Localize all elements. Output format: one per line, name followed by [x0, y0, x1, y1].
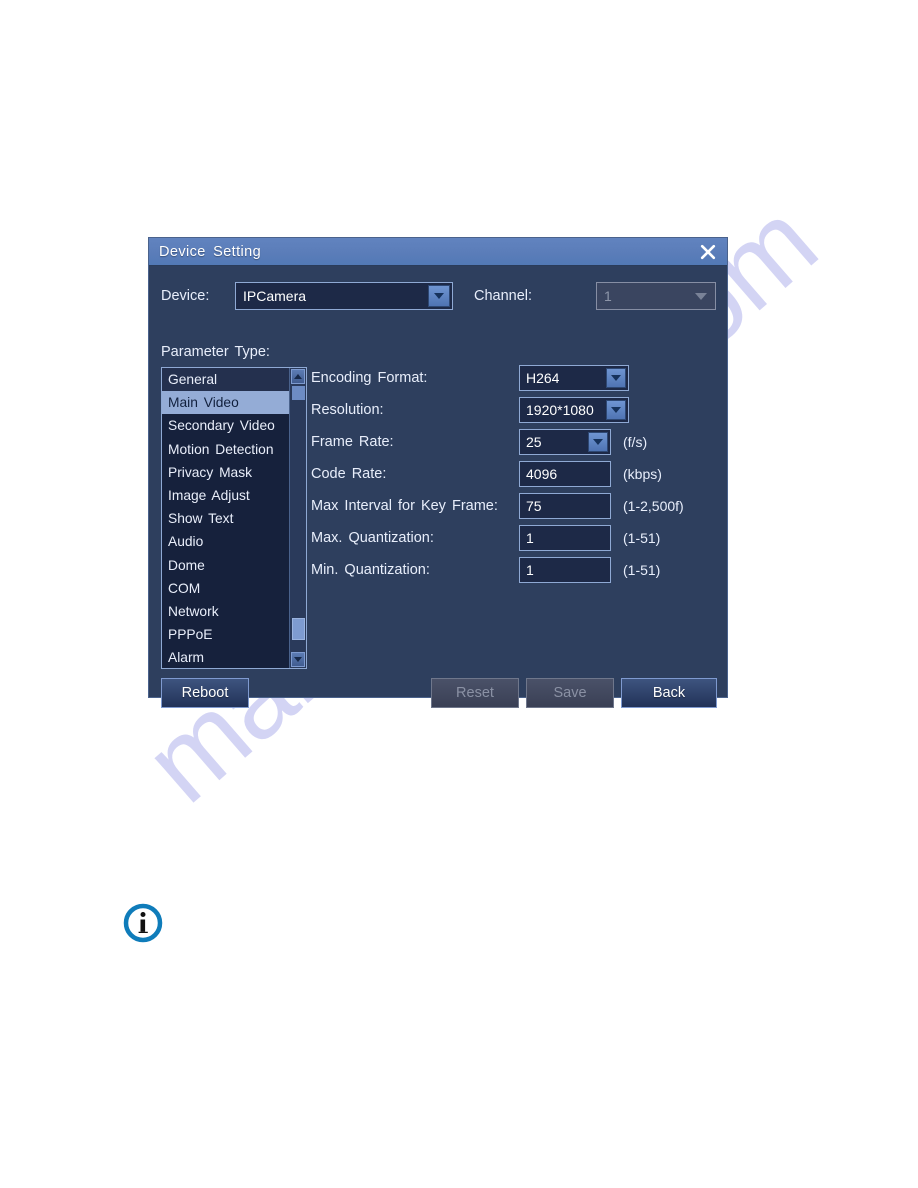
list-item[interactable]: Audio: [162, 530, 289, 553]
parameter-type-list[interactable]: General Main Video Secondary Video Motio…: [162, 368, 289, 668]
list-item[interactable]: General: [162, 368, 289, 392]
code-rate-unit: (kbps): [623, 466, 662, 482]
max-interval-input[interactable]: 75: [519, 493, 611, 519]
chevron-down-icon: [606, 400, 626, 420]
resolution-label: Resolution:: [311, 402, 384, 418]
code-rate-row: Code Rate: 4096 (kbps): [311, 458, 715, 490]
max-quantization-row: Max. Quantization: 1 (1-51): [311, 522, 715, 554]
device-select-value: IPCamera: [243, 288, 307, 304]
resolution-value: 1920*1080: [526, 402, 594, 418]
list-item[interactable]: PPPoE: [162, 623, 289, 646]
min-quantization-value: 1: [526, 562, 534, 578]
info-icon: [122, 902, 164, 944]
code-rate-value: 4096: [526, 466, 558, 482]
chevron-down-icon: [690, 285, 712, 307]
list-item[interactable]: Alarm: [162, 646, 289, 668]
list-item[interactable]: Main Video: [162, 391, 289, 415]
resolution-select[interactable]: 1920*1080: [519, 397, 629, 423]
min-quantization-row: Min. Quantization: 1 (1-51): [311, 554, 715, 586]
frame-rate-label: Frame Rate:: [311, 434, 394, 450]
list-item[interactable]: COM: [162, 577, 289, 600]
reboot-button[interactable]: Reboot: [161, 678, 249, 708]
encoding-format-label: Encoding Format:: [311, 370, 428, 386]
max-interval-label: Max Interval for Key Frame:: [311, 498, 498, 514]
device-setting-dialog: Device Setting Device: IPCamera Channel:…: [148, 237, 728, 708]
scrollbar-track-highlight: [292, 386, 305, 400]
max-quantization-input[interactable]: 1: [519, 525, 611, 551]
chevron-down-icon: [428, 285, 450, 307]
encoding-format-row: Encoding Format: H264: [311, 362, 715, 394]
close-icon[interactable]: [697, 241, 719, 263]
resolution-row: Resolution: 1920*1080: [311, 394, 715, 426]
list-item[interactable]: Privacy Mask: [162, 461, 289, 484]
device-label: Device:: [161, 288, 210, 304]
dialog-footer: Reboot Reset Save Back: [149, 678, 727, 712]
max-interval-row: Max Interval for Key Frame: 75 (1-2,500f…: [311, 490, 715, 522]
chevron-up-icon[interactable]: [291, 369, 305, 384]
main-video-form: Encoding Format: H264 Resolution: 1920*1…: [311, 362, 715, 586]
dialog-title: Device Setting: [159, 243, 262, 260]
parameter-list-scrollbar[interactable]: [289, 368, 306, 668]
list-item[interactable]: Show Text: [162, 507, 289, 530]
max-interval-value: 75: [526, 498, 542, 514]
chevron-down-icon: [588, 432, 608, 452]
list-item[interactable]: Network: [162, 600, 289, 623]
frame-rate-row: Frame Rate: 25 (f/s): [311, 426, 715, 458]
parameter-type-list-container: General Main Video Secondary Video Motio…: [161, 367, 307, 669]
min-quantization-input[interactable]: 1: [519, 557, 611, 583]
dialog-body: Device: IPCamera Channel: 1 Parameter Ty…: [149, 266, 727, 708]
code-rate-label: Code Rate:: [311, 466, 387, 482]
frame-rate-select[interactable]: 25: [519, 429, 611, 455]
code-rate-input[interactable]: 4096: [519, 461, 611, 487]
dialog-titlebar: Device Setting: [149, 238, 727, 266]
max-quantization-value: 1: [526, 530, 534, 546]
channel-select[interactable]: 1: [596, 282, 716, 310]
list-item[interactable]: Image Adjust: [162, 484, 289, 507]
reset-button[interactable]: Reset: [431, 678, 519, 708]
frame-rate-value: 25: [526, 434, 542, 450]
encoding-format-select[interactable]: H264: [519, 365, 629, 391]
list-item[interactable]: Dome: [162, 554, 289, 577]
frame-rate-unit: (f/s): [623, 434, 648, 450]
chevron-down-icon: [606, 368, 626, 388]
scrollbar-thumb[interactable]: [292, 618, 305, 640]
chevron-down-icon[interactable]: [291, 652, 305, 667]
back-button[interactable]: Back: [621, 678, 717, 708]
max-interval-unit: (1-2,500f): [623, 498, 684, 514]
min-quantization-label: Min. Quantization:: [311, 562, 430, 578]
encoding-format-value: H264: [526, 370, 560, 386]
list-item[interactable]: Motion Detection: [162, 438, 289, 461]
save-button[interactable]: Save: [526, 678, 614, 708]
channel-label: Channel:: [474, 288, 533, 304]
list-item[interactable]: Secondary Video: [162, 414, 289, 437]
parameter-type-label: Parameter Type:: [161, 344, 270, 360]
channel-select-value: 1: [604, 288, 612, 304]
min-quantization-unit: (1-51): [623, 562, 661, 578]
device-select[interactable]: IPCamera: [235, 282, 453, 310]
device-channel-row: Device: IPCamera Channel: 1: [149, 282, 727, 312]
max-quantization-unit: (1-51): [623, 530, 661, 546]
max-quantization-label: Max. Quantization:: [311, 530, 434, 546]
